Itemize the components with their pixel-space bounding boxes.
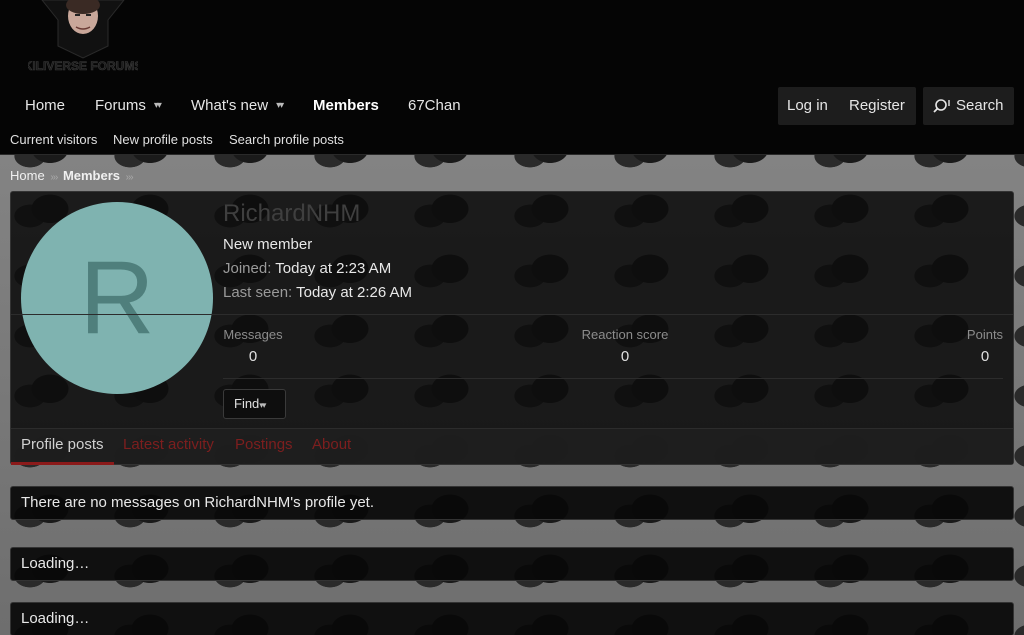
nav-whats-new[interactable]: What's new ▾▾: [191, 87, 298, 125]
joined-label: Joined:: [223, 260, 272, 277]
tab-profile-posts[interactable]: Profile posts: [11, 429, 114, 465]
nav-67chan[interactable]: 67Chan: [408, 87, 461, 125]
breadcrumb: Home ››› Members ›››: [10, 167, 135, 185]
chevron-down-icon[interactable]: ▾▾: [154, 87, 176, 125]
info-divider: [11, 314, 1013, 315]
nav-members[interactable]: Members: [313, 87, 379, 125]
stat-label: Points: [966, 327, 1004, 342]
stat-reaction-score[interactable]: Reaction score 0: [577, 327, 673, 365]
nav-home[interactable]: Home: [25, 87, 65, 125]
breadcrumb-members[interactable]: Members: [63, 168, 120, 183]
stats-divider: [223, 378, 1003, 379]
tab-about[interactable]: About: [312, 429, 351, 461]
last-seen-label: Last seen:: [223, 284, 293, 301]
empty-message: There are no messages on RichardNHM's pr…: [21, 494, 375, 511]
breadcrumb-separator-icon: ›››: [50, 172, 58, 183]
logo-image: KILIVERSE FORUMS: [23, 0, 143, 73]
breadcrumb-separator-icon: ›››: [125, 172, 134, 183]
stat-points[interactable]: Points 0: [963, 327, 1007, 365]
site-logo[interactable]: KILIVERSE FORUMS: [23, 0, 143, 78]
chevron-down-icon: ▾▾: [259, 400, 266, 410]
tab-postings[interactable]: Postings: [235, 429, 293, 461]
search-button[interactable]: Search: [923, 87, 1014, 125]
site-header: KILIVERSE FORUMS Home Forums ▾▾ What's ne…: [0, 0, 1024, 155]
search-label: Search: [956, 97, 1004, 114]
login-link[interactable]: Log in: [787, 87, 828, 125]
stat-label: Messages: [223, 327, 283, 342]
joined-value: Today at 2:23 AM: [275, 260, 392, 277]
register-link[interactable]: Register: [849, 87, 905, 125]
profile-card: R RichardNHM New member Joined: Today at…: [10, 191, 1014, 465]
avatar[interactable]: R: [21, 202, 213, 394]
nav-forums[interactable]: Forums ▾▾: [95, 87, 176, 125]
last-seen-row: Last seen: Today at 2:26 AM: [223, 284, 412, 301]
stat-value: 0: [620, 348, 630, 365]
chevron-down-icon[interactable]: ▾▾: [276, 87, 298, 125]
avatar-letter: R: [79, 240, 155, 356]
stat-value: 0: [248, 348, 258, 365]
header-divider: [0, 154, 1024, 155]
joined-row: Joined: Today at 2:23 AM: [223, 260, 391, 277]
loading-text: Loading…: [21, 610, 90, 627]
loading-panel-2: Loading…: [10, 602, 1014, 635]
user-title: New member: [223, 236, 313, 253]
auth-links: Log in Register: [778, 87, 916, 125]
stat-messages[interactable]: Messages 0: [223, 327, 283, 365]
profile-username: RichardNHM: [223, 200, 361, 227]
last-seen-value[interactable]: Today at 2:26 AM: [296, 284, 412, 301]
find-label: Find: [234, 396, 260, 411]
find-button[interactable]: Find▾▾: [223, 389, 286, 419]
subnav-new-profile-posts[interactable]: New profile posts: [113, 130, 213, 150]
subnav-current-visitors[interactable]: Current visitors: [10, 130, 97, 150]
stat-value: 0: [980, 348, 990, 365]
breadcrumb-home[interactable]: Home: [10, 168, 45, 183]
search-icon: [933, 99, 950, 113]
loading-text: Loading…: [21, 555, 90, 572]
logo-text: KILIVERSE FORUMS: [28, 59, 138, 73]
profile-tabs: Profile posts Latest activity Postings A…: [11, 428, 1013, 465]
loading-panel-1: Loading…: [10, 547, 1014, 581]
profile-posts-empty: There are no messages on RichardNHM's pr…: [10, 486, 1014, 520]
sub-nav: Current visitors New profile posts Searc…: [0, 130, 1024, 150]
stat-label: Reaction score: [581, 327, 669, 342]
tab-latest-activity[interactable]: Latest activity: [123, 429, 214, 461]
subnav-search-profile-posts[interactable]: Search profile posts: [229, 130, 344, 150]
